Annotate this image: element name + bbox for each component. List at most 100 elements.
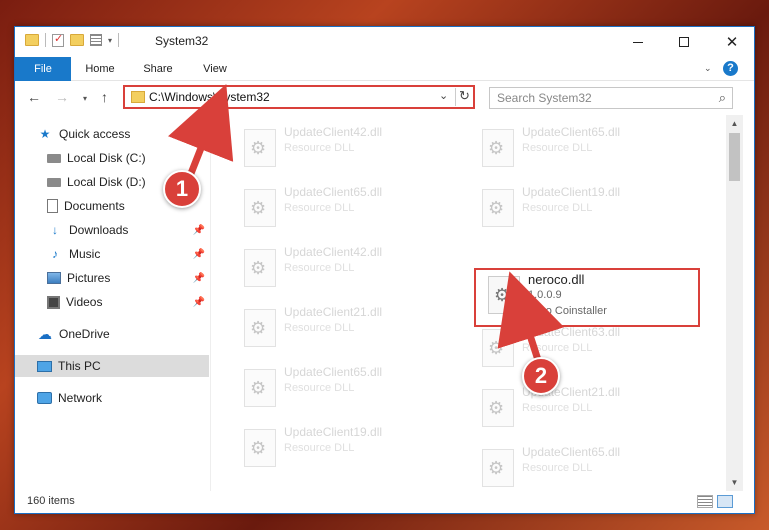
close-icon: ✕ xyxy=(725,34,739,51)
sidebar-item-this-pc[interactable]: This PC xyxy=(15,355,209,377)
dll-file-icon xyxy=(244,129,276,167)
file-name: UpdateClient19.dll xyxy=(284,425,383,439)
videos-icon xyxy=(47,295,60,309)
search-input[interactable]: Search System32 ⌕ xyxy=(489,87,733,109)
sidebar-item-label: Local Disk (C:) xyxy=(67,151,146,165)
window-title: System32 xyxy=(155,34,209,48)
sidebar-item-label: Network xyxy=(58,391,103,405)
step-1-badge: 1 xyxy=(163,170,201,208)
pin-icon[interactable]: 📌 xyxy=(193,273,205,284)
dll-file-icon xyxy=(482,389,514,427)
star-icon: ★ xyxy=(39,127,51,141)
address-bar[interactable]: C:\Windows\System32 ⌄ ↻ xyxy=(123,85,475,109)
help-icon[interactable]: ? xyxy=(723,61,738,76)
dll-file-icon xyxy=(244,309,276,347)
sidebar-item-label: Music xyxy=(69,247,101,261)
up-arrow-icon[interactable]: ↑ xyxy=(101,89,108,105)
folder-icon xyxy=(131,91,145,103)
step-2-badge: 2 xyxy=(522,357,560,395)
sidebar-item-videos[interactable]: Videos 📌 xyxy=(47,291,209,313)
file-list: UpdateClient42.dll Resource DLL UpdateCl… xyxy=(212,115,726,491)
sidebar-item-downloads[interactable]: ↓ Downloads 📌 xyxy=(47,219,209,241)
file-item[interactable]: UpdateClient65.dll Resource DLL xyxy=(472,123,692,173)
file-item[interactable]: UpdateClient19.dll Resource DLL xyxy=(234,423,454,473)
item-count: 160 items xyxy=(27,495,75,507)
chevron-down-icon[interactable]: ⌄ xyxy=(439,89,448,102)
address-path[interactable]: C:\Windows\System32 xyxy=(149,90,270,104)
file-name: UpdateClient42.dll xyxy=(284,125,383,139)
dll-file-icon xyxy=(244,189,276,227)
file-name: UpdateClient65.dll xyxy=(284,185,383,199)
ribbon: File Home Share View ⌄ ? xyxy=(15,57,754,81)
file-item[interactable]: UpdateClient65.dll Resource DLL xyxy=(234,183,454,233)
file-name: UpdateClient65.dll xyxy=(522,445,621,459)
properties-check-icon[interactable] xyxy=(52,32,64,47)
sidebar-item-music[interactable]: ♪ Music 📌 xyxy=(47,243,209,265)
sidebar-item-quick-access[interactable]: ★ Quick access xyxy=(37,123,209,145)
close-button[interactable]: ✕ xyxy=(709,27,755,57)
refresh-icon[interactable]: ↻ xyxy=(455,88,473,106)
file-item[interactable]: UpdateClient19.dll Resource DLL xyxy=(472,183,692,233)
back-arrow-icon[interactable]: ← xyxy=(27,89,41,105)
vertical-scrollbar[interactable]: ▲ ▼ xyxy=(726,115,743,491)
pin-icon[interactable]: 📌 xyxy=(193,297,205,308)
file-type: Resource DLL xyxy=(522,202,593,214)
sidebar-item-local-disk-c[interactable]: Local Disk (C:) xyxy=(47,147,209,169)
file-item[interactable]: UpdateClient42.dll Resource DLL xyxy=(234,243,454,293)
network-icon xyxy=(37,392,52,404)
sidebar-item-label: Downloads xyxy=(69,223,129,237)
new-folder-icon[interactable] xyxy=(70,34,84,46)
recent-locations-icon[interactable]: ▾ xyxy=(83,94,87,103)
quick-access-toolbar: ▾ xyxy=(25,32,120,47)
search-icon[interactable]: ⌕ xyxy=(719,90,726,106)
file-type: Resource DLL xyxy=(284,262,355,274)
pin-icon[interactable]: 📌 xyxy=(193,249,205,260)
status-bar: 160 items xyxy=(15,491,754,513)
dll-file-icon xyxy=(244,429,276,467)
sidebar-item-onedrive[interactable]: ☁ OneDrive xyxy=(37,323,209,345)
minimize-button[interactable] xyxy=(615,27,661,57)
folder-icon xyxy=(25,34,39,46)
file-item[interactable]: UpdateClient21.dll Resource DLL xyxy=(234,303,454,353)
title-bar: ▾ System32 ✕ xyxy=(15,27,754,57)
sidebar-item-network[interactable]: Network xyxy=(37,387,209,409)
sidebar-item-label: Videos xyxy=(66,295,103,309)
search-placeholder: Search System32 xyxy=(497,91,592,105)
tab-home[interactable]: Home xyxy=(79,57,121,81)
details-view-icon[interactable] xyxy=(697,495,713,508)
tab-view[interactable]: View xyxy=(195,57,235,81)
dll-file-icon xyxy=(482,189,514,227)
properties-icon[interactable] xyxy=(90,34,102,46)
file-item[interactable]: UpdateClient65.dll Resource DLL xyxy=(234,363,454,413)
dll-file-icon xyxy=(244,369,276,407)
file-name: UpdateClient19.dll xyxy=(522,185,621,199)
sidebar-item-label: Quick access xyxy=(59,127,131,141)
file-name: UpdateClient63.dll xyxy=(522,325,621,339)
scroll-up-icon[interactable]: ▲ xyxy=(726,115,743,132)
file-name: UpdateClient65.dll xyxy=(284,365,383,379)
forward-arrow-icon[interactable]: → xyxy=(55,89,69,105)
sidebar-item-label: Documents xyxy=(64,199,125,213)
pin-icon[interactable]: 📌 xyxy=(193,225,205,236)
sidebar-item-pictures[interactable]: Pictures 📌 xyxy=(47,267,209,289)
tiles-view-icon[interactable] xyxy=(717,495,733,508)
file-type: Resource DLL xyxy=(284,142,355,154)
expand-ribbon-icon[interactable]: ⌄ xyxy=(704,63,712,74)
maximize-button[interactable] xyxy=(661,27,707,57)
file-type: Resource DLL xyxy=(284,382,355,394)
scroll-thumb[interactable] xyxy=(729,133,740,181)
file-type: Resource DLL xyxy=(284,322,355,334)
file-item[interactable]: UpdateClient65.dll Resource DLL xyxy=(472,443,692,491)
tab-file[interactable]: File xyxy=(15,57,71,81)
dll-file-icon xyxy=(244,249,276,287)
scroll-down-icon[interactable]: ▼ xyxy=(726,474,743,491)
customize-dropdown-icon[interactable]: ▾ xyxy=(108,36,112,45)
file-item[interactable]: UpdateClient42.dll Resource DLL xyxy=(234,123,454,173)
file-item[interactable]: UpdateClient21.dll Resource DLL xyxy=(472,383,692,433)
file-type: Resource DLL xyxy=(522,142,593,154)
file-item[interactable]: UpdateClient63.dll Resource DLL xyxy=(472,323,692,373)
tab-share[interactable]: Share xyxy=(135,57,181,81)
dll-file-icon xyxy=(482,329,514,367)
toolbar-separator xyxy=(118,33,120,47)
file-type: Resource DLL xyxy=(522,462,593,474)
